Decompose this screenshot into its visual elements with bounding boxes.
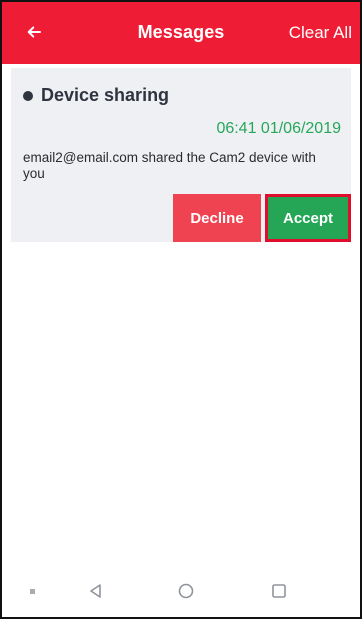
small-square-icon [22,581,42,606]
clear-all-button[interactable]: Clear All [289,23,352,43]
recents-button[interactable] [22,583,42,603]
android-nav-bar [2,569,360,617]
phone-screen: Messages Clear All Device sharing 06:41 … [0,0,362,619]
triangle-back-icon [86,581,106,606]
notification-timestamp: 06:41 01/06/2019 [216,120,341,137]
overview-button[interactable] [269,583,289,603]
decline-button[interactable]: Decline [173,194,261,242]
notification-card: Device sharing 06:41 01/06/2019 email2@e… [11,68,351,242]
square-overview-icon [269,581,289,606]
home-button[interactable] [176,583,196,603]
circle-home-icon [176,581,196,606]
bullet-icon [23,91,33,101]
notification-title: Device sharing [41,85,170,105]
accept-button[interactable]: Accept [265,194,351,242]
back-nav-button[interactable] [86,583,106,603]
app-header: Messages Clear All [2,2,360,64]
notification-message: email2@email.com shared the Cam2 device … [23,150,316,181]
notification-title-row: Device sharing [23,85,169,106]
